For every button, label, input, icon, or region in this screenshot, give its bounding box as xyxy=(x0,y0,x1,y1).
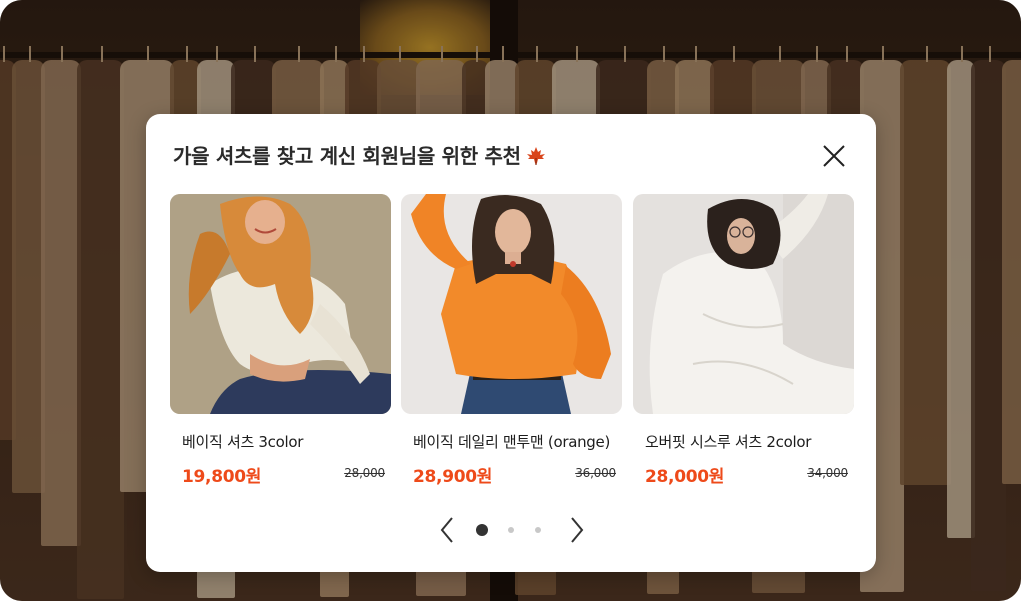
modal-title-text: 가을 셔츠를 찾고 계신 회원님을 위한 추천 xyxy=(173,144,521,168)
page-dot[interactable] xyxy=(508,527,514,533)
product-list: 베이직 셔츠 3color 19,800원 28,000 베이직 데일리 맨투맨… xyxy=(170,194,854,494)
product-card[interactable]: 베이직 데일리 맨투맨 (orange) 28,900원 36,000 xyxy=(401,194,622,494)
product-price: 28,900원 xyxy=(413,467,493,487)
prev-button[interactable] xyxy=(438,516,458,544)
woman-white-shirt-photo xyxy=(170,194,391,414)
next-button[interactable] xyxy=(566,516,586,544)
close-button[interactable] xyxy=(820,142,848,170)
chevron-left-icon xyxy=(440,517,453,543)
product-price: 28,000원 xyxy=(645,467,725,487)
chevron-right-icon xyxy=(571,517,584,543)
page-dot-active[interactable] xyxy=(476,524,488,536)
modal-title: 가을 셔츠를 찾고 계신 회원님을 위한 추천 xyxy=(173,140,547,169)
product-original-price: 34,000 xyxy=(807,466,848,480)
product-card[interactable]: 오버핏 시스루 셔츠 2color 28,000원 34,000 xyxy=(633,194,854,494)
product-name: 베이직 데일리 맨투맨 (orange) xyxy=(413,433,611,451)
carousel-pagination xyxy=(146,514,876,546)
product-original-price: 36,000 xyxy=(575,466,616,480)
product-price: 19,800원 xyxy=(182,467,262,487)
woman-sheer-white-shirt-photo xyxy=(633,194,854,414)
close-icon xyxy=(823,145,845,167)
page-dot[interactable] xyxy=(535,527,541,533)
maple-leaf-icon xyxy=(526,147,545,165)
product-name: 베이직 셔츠 3color xyxy=(182,433,304,451)
product-card[interactable]: 베이직 셔츠 3color 19,800원 28,000 xyxy=(170,194,391,494)
product-name: 오버핏 시스루 셔츠 2color xyxy=(645,433,812,451)
woman-orange-sweatshirt-photo xyxy=(401,194,622,414)
product-original-price: 28,000 xyxy=(344,466,385,480)
recommendation-modal: 가을 셔츠를 찾고 계신 회원님을 위한 추천 베이직 셔츠 3color 19… xyxy=(146,114,876,572)
